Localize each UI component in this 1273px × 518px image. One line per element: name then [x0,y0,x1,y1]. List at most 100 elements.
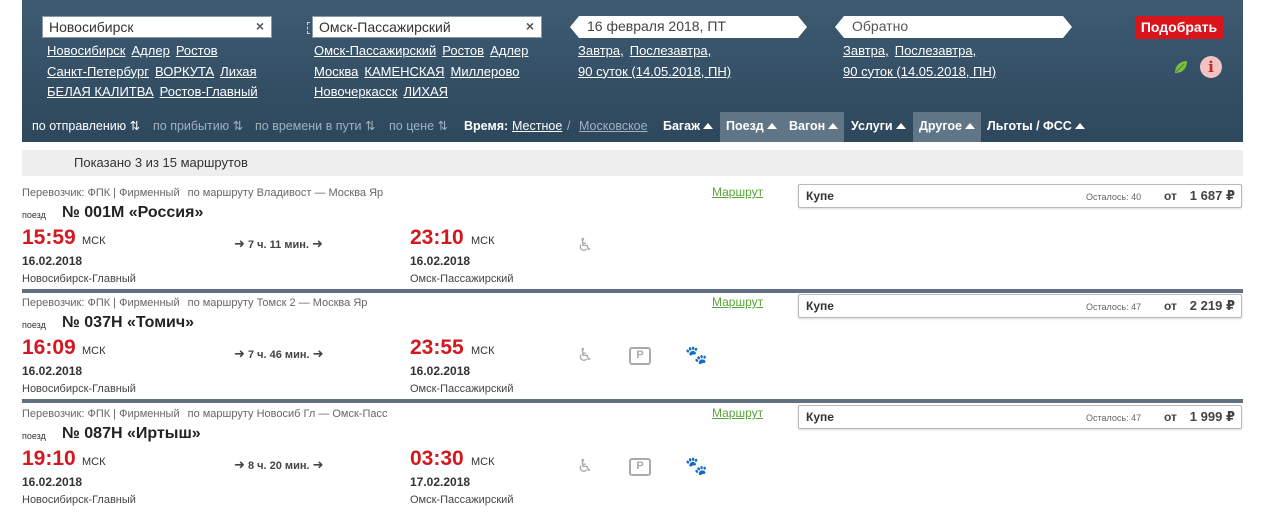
arrival-station: Омск-Пассажирский [410,273,514,285]
from-suggestion[interactable]: Ростов-Главный [160,84,258,99]
clear-from-icon[interactable]: × [256,19,264,34]
train-label: поезд [22,431,46,441]
from-suggestion[interactable]: Санкт-Петербург [47,64,149,79]
date-input[interactable]: 16 февраля 2018, ПТ [570,16,807,38]
departure-time: 19:10 [22,447,76,470]
filter-bar: по отправлению ⇅ по прибытию ⇅ по времен… [22,112,1243,142]
route-link[interactable]: Маршрут [712,185,763,199]
tab-train-label: Поезд [726,119,764,133]
sort-by-departure-label: по отправлению [32,119,127,133]
to-suggestion[interactable]: КАМЕНСКАЯ [364,64,444,79]
route-via: по маршруту Новосиб Гл — Омск-Пасс [187,408,388,420]
arrow-right-icon: ➜ [234,457,245,472]
return-date-placeholder: Обратно [852,18,909,34]
tab-benefits[interactable]: Льготы / ФСС [981,112,1091,142]
from-input-value: Новосибирск [49,19,134,35]
date-suggestion[interactable]: Послезавтра, [630,43,711,58]
departure-station: Новосибирск-Главный [22,273,136,285]
trip-duration: ➜ 7 ч. 11 мин. ➜ [234,236,323,252]
luggage-icon: P [629,347,651,365]
return-suggestion[interactable]: Завтра, [843,43,889,58]
to-suggestion[interactable]: Омск-Пассажирский [314,43,436,58]
carrier-info: Перевозчик: ФПК | Фирменный по маршруту В… [22,187,383,199]
triangle-up-icon [766,123,777,129]
tab-luggage[interactable]: Багаж [657,112,719,142]
route-via: по маршруту Владивост — Москва Яр [187,187,384,199]
to-suggestion[interactable]: ЛИХАЯ [403,84,448,99]
train-label: поезд [22,210,46,220]
wheelchair-icon: ♿ [577,345,594,365]
arrow-right-icon: ➜ [234,346,245,361]
trip-duration: ➜ 8 ч. 20 мин. ➜ [234,457,324,473]
from-suggestion[interactable]: Ростов [176,43,218,58]
route-card: Перевозчик: ФПК | Фирменный по маршруту Т… [22,293,1243,403]
return-date-input[interactable]: Обратно [835,16,1072,38]
from-suggestion[interactable]: Лихая [220,64,256,79]
clear-to-icon[interactable]: × [526,19,534,34]
tab-other[interactable]: Другое [913,112,981,142]
seats-left: Осталось: 40 [1086,192,1142,202]
price-from-label: от [1164,410,1177,424]
sort-by-arrival[interactable]: по прибытию ⇅ [153,112,243,142]
route-link[interactable]: Маршрут [712,406,763,420]
tab-coach[interactable]: Вагон [783,112,845,142]
train-label: поезд [22,320,46,330]
time-moscow-option[interactable]: Московское [579,112,648,142]
coach-offer[interactable]: Купе Осталось: 40 от 1 687 ₽ [798,184,1242,208]
from-suggestion[interactable]: Адлер [132,43,170,58]
return-suggestion[interactable]: 90 суток (14.05.2018, ПН) [843,64,996,79]
departure-date: 16.02.2018 [22,475,83,489]
to-input[interactable]: Омск-Пассажирский × [312,16,542,38]
return-suggestion[interactable]: Послезавтра, [895,43,976,58]
sort-by-arrival-label: по прибытию [153,119,230,133]
triangle-up-icon [702,123,713,129]
carrier-name: Перевозчик: ФПК | Фирменный [22,297,180,309]
to-suggestions: Омск-Пассажирский Ростов Адлер Москва КАМЕН… [314,41,549,103]
tab-other-label: Другое [919,119,962,133]
arrival-timezone: МСК [471,345,495,357]
to-suggestion[interactable]: Миллерово [451,64,520,79]
route-card: Перевозчик: ФПК | Фирменный по маршруту Н… [22,404,1243,518]
from-suggestions: Новосибирск Адлер Ростов Санкт-Петербург ВО… [47,41,282,103]
arrow-right-icon: ➜ [312,346,324,361]
triangle-up-icon [895,123,906,129]
carrier-info: Перевозчик: ФПК | Фирменный по маршруту Н… [22,408,387,420]
to-suggestion[interactable]: Москва [314,64,358,79]
train-number: № 001М «Россия» [62,204,204,221]
sort-by-price[interactable]: по цене ⇅ [389,112,448,142]
sort-by-duration[interactable]: по времени в пути ⇅ [255,112,375,142]
from-suggestion[interactable]: ВОРКУТА [155,64,214,79]
sort-by-departure[interactable]: по отправлению ⇅ [32,112,140,142]
train-number: № 087Н «Иртыш» [62,425,201,442]
seats-left: Осталось: 47 [1086,413,1142,423]
sort-icon: ⇅ [437,119,448,133]
arrival-time: 03:30 [410,447,464,470]
date-suggestion[interactable]: 90 суток (14.05.2018, ПН) [578,64,731,79]
from-suggestion[interactable]: Новосибирск [47,43,126,58]
to-suggestion[interactable]: Ростов [442,43,484,58]
arrival-station: Омск-Пассажирский [410,383,514,395]
to-suggestion[interactable]: Новочеркасск [314,84,397,99]
tab-train[interactable]: Поезд [720,112,783,142]
time-local-option[interactable]: Местное [512,112,562,142]
wheelchair-icon: ♿ [577,235,594,255]
to-suggestion[interactable]: Адлер [490,43,528,58]
arrival-date: 17.02.2018 [410,475,471,489]
departure-date: 16.02.2018 [22,254,83,268]
search-button[interactable]: Подобрать [1135,16,1223,39]
coach-offer[interactable]: Купе Осталось: 47 от 2 219 ₽ [798,294,1242,318]
leaf-icon[interactable] [1173,59,1189,75]
date-suggestion[interactable]: Завтра, [578,43,624,58]
from-input[interactable]: Новосибирск × [42,16,272,38]
time-label: Время: [464,119,509,133]
sort-icon: ⇅ [129,119,141,133]
pet-icon: 🐾 [685,456,708,476]
to-input-value: Омск-Пассажирский [319,19,451,35]
from-suggestion[interactable]: БЕЛАЯ КАЛИТВА [47,84,154,99]
route-link[interactable]: Маршрут [712,295,763,309]
coach-offer[interactable]: Купе Осталось: 47 от 1 999 ₽ [798,405,1242,429]
tab-services[interactable]: Услуги [845,112,912,142]
triangle-up-icon [828,123,839,129]
arrival-date: 16.02.2018 [410,254,471,268]
info-icon[interactable]: i [1200,56,1222,78]
